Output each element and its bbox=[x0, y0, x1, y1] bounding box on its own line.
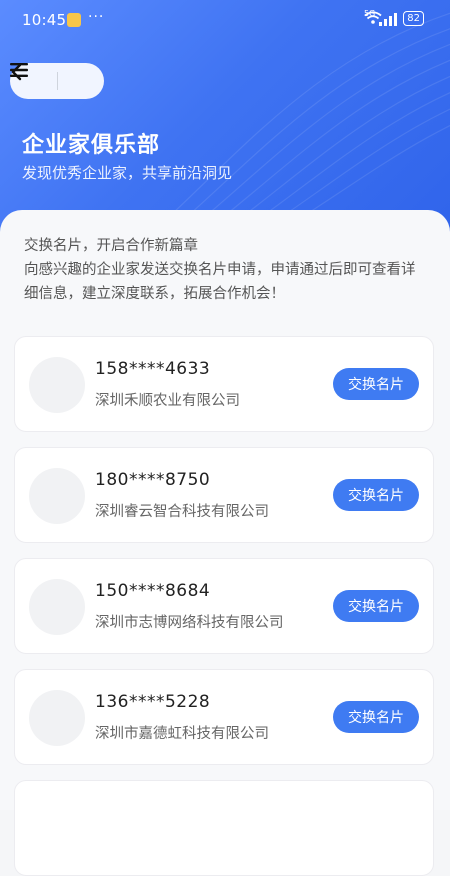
card-company: 深圳市嘉德虹科技有限公司 bbox=[95, 726, 269, 742]
battery-icon: 82 bbox=[403, 11, 424, 26]
status-time: 10:45 bbox=[22, 11, 67, 29]
avatar bbox=[29, 690, 85, 746]
intro-text: 交换名片，开启合作新篇章 向感兴趣的企业家发送交换名片申请，申请通过后即可查看详… bbox=[24, 234, 429, 306]
exchange-card-button[interactable]: 交换名片 bbox=[333, 590, 419, 622]
entrepreneur-card[interactable]: 136****5228 深圳市嘉德虹科技有限公司 交换名片 bbox=[14, 669, 434, 765]
card-company: 深圳禾顺农业有限公司 bbox=[95, 393, 240, 409]
entrepreneur-card[interactable]: 180****8750 深圳睿云智合科技有限公司 交换名片 bbox=[14, 447, 434, 543]
entrepreneur-card[interactable]: 150****8684 深圳市志博网络科技有限公司 交换名片 bbox=[14, 558, 434, 654]
card-company: 深圳睿云智合科技有限公司 bbox=[95, 504, 269, 520]
exchange-card-button[interactable]: 交换名片 bbox=[333, 368, 419, 400]
entrepreneur-card-partial[interactable] bbox=[14, 780, 434, 876]
entrepreneur-card[interactable]: 158****4633 深圳禾顺农业有限公司 交换名片 bbox=[14, 336, 434, 432]
avatar bbox=[29, 468, 85, 524]
page-title: 企业家俱乐部 bbox=[22, 133, 161, 158]
status-right-group: 5G 82 bbox=[364, 9, 424, 26]
content-panel: 交换名片，开启合作新篇章 向感兴趣的企业家发送交换名片申请，申请通过后即可查看详… bbox=[0, 210, 450, 876]
avatar bbox=[29, 579, 85, 635]
card-phone: 158****4633 bbox=[95, 359, 211, 379]
intro-description: 向感兴趣的企业家发送交换名片申请，申请通过后即可查看详细信息，建立深度联系，拓展… bbox=[24, 262, 416, 302]
notification-app-icon bbox=[67, 13, 81, 27]
exchange-card-button[interactable]: 交换名片 bbox=[333, 701, 419, 733]
card-phone: 180****8750 bbox=[95, 470, 211, 490]
exchange-card-button[interactable]: 交换名片 bbox=[333, 479, 419, 511]
avatar bbox=[29, 357, 85, 413]
hamburger-menu-icon bbox=[10, 63, 28, 77]
menu-button[interactable] bbox=[10, 63, 104, 99]
wifi-icon bbox=[364, 11, 382, 24]
more-notifications-icon: ··· bbox=[88, 9, 105, 25]
card-phone: 136****5228 bbox=[95, 692, 211, 712]
nav-capsule bbox=[10, 63, 104, 99]
status-bar: 10:45 ··· 5G 82 bbox=[0, 0, 450, 40]
intro-heading: 交换名片，开启合作新篇章 bbox=[24, 238, 198, 254]
card-company: 深圳市志博网络科技有限公司 bbox=[95, 615, 284, 631]
card-phone: 150****8684 bbox=[95, 581, 211, 601]
page-subtitle: 发现优秀企业家，共享前沿洞见 bbox=[22, 164, 233, 182]
